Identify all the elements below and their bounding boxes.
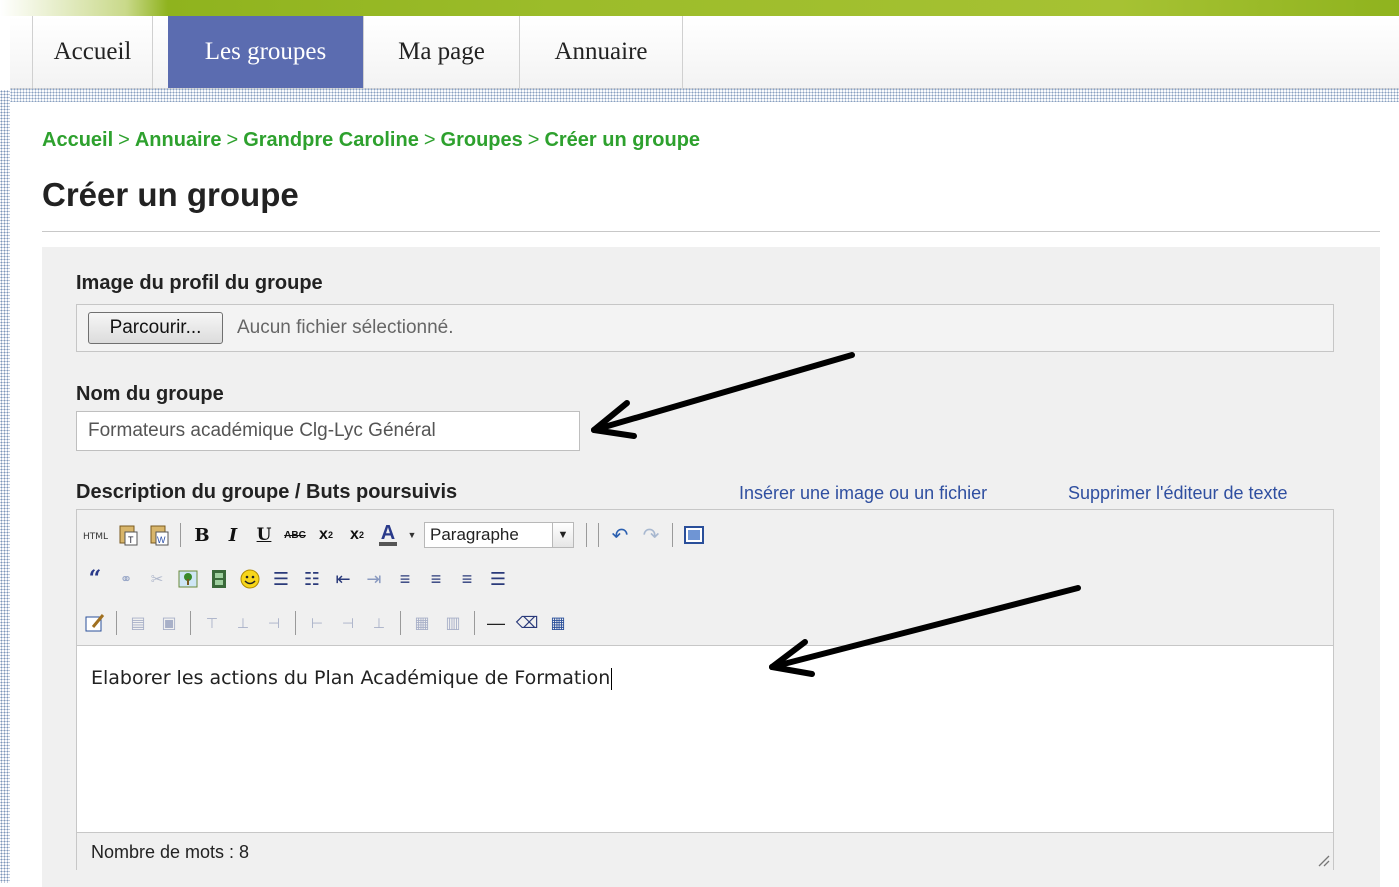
header-banner <box>0 0 1399 16</box>
numbered-list-icon[interactable]: ☷ <box>300 566 324 592</box>
redo-icon[interactable]: ↷ <box>639 522 663 548</box>
editor-statusbar: Nombre de mots : 8 <box>77 832 1333 870</box>
text-caret <box>611 667 613 690</box>
align-left-icon[interactable]: ≡ <box>393 566 417 592</box>
rich-text-editor: HTML T W B I U ABC x2 x2 A ▼ Paragraphe ▼… <box>76 509 1334 870</box>
italic-icon[interactable]: I <box>221 522 245 548</box>
emoticon-icon[interactable] <box>238 566 262 592</box>
delete-col-icon[interactable]: ⊥ <box>367 610 391 636</box>
toolbar-row-1: HTML T W B I U ABC x2 x2 A ▼ Paragraphe ▼… <box>83 520 713 550</box>
breadcrumb-user[interactable]: Grandpre Caroline <box>243 129 419 151</box>
insert-col-after-icon[interactable]: ⊣ <box>336 610 360 636</box>
insert-col-before-icon[interactable]: ⊢ <box>305 610 329 636</box>
strikethrough-icon[interactable]: ABC <box>283 522 307 548</box>
toolbar-separator <box>116 611 117 635</box>
group-name-input[interactable] <box>76 411 580 451</box>
toolbar-separator <box>180 523 181 547</box>
toolbar-separator <box>586 523 587 547</box>
insert-table-icon[interactable]: ▦ <box>546 610 570 636</box>
remove-editor-link[interactable]: Supprimer l'éditeur de texte <box>1068 483 1288 504</box>
group-name-label: Nom du groupe <box>76 383 224 405</box>
breadcrumb-separator: > <box>527 129 540 151</box>
description-label: Description du groupe / Buts poursuivis <box>76 481 458 503</box>
paste-text-icon[interactable]: T <box>116 522 140 548</box>
file-status: Aucun fichier sélectionné. <box>237 317 454 338</box>
breadcrumb-separator: > <box>423 129 436 151</box>
link-icon[interactable]: ⚭ <box>114 566 138 592</box>
eraser-icon[interactable]: ⌫ <box>515 610 539 636</box>
title-divider <box>42 231 1380 232</box>
bold-icon[interactable]: B <box>190 522 214 548</box>
svg-text:W: W <box>157 535 166 545</box>
tab-les-groupes[interactable]: Les groupes <box>168 16 364 88</box>
align-right-icon[interactable]: ≡ <box>455 566 479 592</box>
editor-content[interactable]: Elaborer les actions du Plan Académique … <box>77 646 1333 832</box>
align-center-icon[interactable]: ≡ <box>424 566 448 592</box>
file-upload: Parcourir... Aucun fichier sélectionné. <box>76 304 1334 352</box>
format-select-value: Paragraphe <box>430 525 519 544</box>
table-row-props-icon[interactable]: ▤ <box>126 610 150 636</box>
toolbar-row-3: ▤ ▣ ⊤ ⊥ ⊣ ⊢ ⊣ ⊥ ▦ ▥ — ⌫ ▦ <box>83 608 577 638</box>
tab-annuaire[interactable]: Annuaire <box>520 16 683 88</box>
format-select[interactable]: Paragraphe ▼ <box>424 522 574 548</box>
page-title: Créer un groupe <box>42 176 299 213</box>
blockquote-icon[interactable]: “ <box>83 566 107 592</box>
editor-toolbar: HTML T W B I U ABC x2 x2 A ▼ Paragraphe ▼… <box>77 510 1333 646</box>
left-border <box>0 90 10 883</box>
horizontal-rule-icon[interactable]: — <box>484 610 508 636</box>
split-cells-icon[interactable]: ▦ <box>410 610 434 636</box>
breadcrumb-current[interactable]: Créer un groupe <box>544 129 700 151</box>
table-cell-props-icon[interactable]: ▣ <box>157 610 181 636</box>
toolbar-separator <box>474 611 475 635</box>
breadcrumb-accueil[interactable]: Accueil <box>42 129 113 151</box>
breadcrumb-separator: > <box>226 129 239 151</box>
tab-accueil[interactable]: Accueil <box>32 16 153 88</box>
resize-grip-icon[interactable] <box>1316 853 1330 867</box>
browse-button[interactable]: Parcourir... <box>88 312 223 344</box>
nav-divider <box>10 88 1399 102</box>
unlink-icon[interactable]: ✂ <box>145 566 169 592</box>
toolbar-row-2: “ ⚭ ✂ ☰ ☷ ⇤ ⇥ ≡ ≡ ≡ ☰ <box>83 564 517 594</box>
toolbar-separator <box>672 523 673 547</box>
insert-row-before-icon[interactable]: ⊤ <box>200 610 224 636</box>
toolbar-separator <box>190 611 191 635</box>
align-justify-icon[interactable]: ☰ <box>486 566 510 592</box>
svg-text:HTML: HTML <box>83 532 108 541</box>
breadcrumb: Accueil > Annuaire > Grandpre Caroline > Group… <box>42 129 700 152</box>
subscript-icon[interactable]: x2 <box>314 522 338 548</box>
html-icon[interactable]: HTML <box>83 522 109 548</box>
word-count: Nombre de mots : 8 <box>91 842 250 862</box>
toolbar-separator <box>295 611 296 635</box>
breadcrumb-separator: > <box>118 129 130 151</box>
main-nav: Accueil Les groupes Ma page Annuaire <box>10 16 1399 89</box>
insert-media-link[interactable]: Insérer une image ou un fichier <box>739 483 987 504</box>
toolbar-separator <box>400 611 401 635</box>
underline-icon[interactable]: U <box>252 522 276 548</box>
film-icon[interactable] <box>207 566 231 592</box>
tab-ma-page[interactable]: Ma page <box>364 16 520 88</box>
bullet-list-icon[interactable]: ☰ <box>269 566 293 592</box>
breadcrumb-groupes[interactable]: Groupes <box>441 129 523 151</box>
editor-content-text: Elaborer les actions du Plan Académique … <box>91 667 613 690</box>
chevron-down-icon: ▼ <box>552 523 573 547</box>
toolbar-separator <box>598 523 599 547</box>
svg-text:T: T <box>128 535 134 545</box>
chevron-down-icon[interactable]: ▼ <box>407 522 417 548</box>
profile-image-label: Image du profil du groupe <box>76 272 323 294</box>
outdent-icon[interactable]: ⇤ <box>331 566 355 592</box>
breadcrumb-annuaire[interactable]: Annuaire <box>135 129 222 151</box>
paste-word-icon[interactable]: W <box>147 522 171 548</box>
image-icon[interactable] <box>176 566 200 592</box>
delete-row-icon[interactable]: ⊣ <box>262 610 286 636</box>
fullscreen-icon[interactable] <box>682 522 706 548</box>
merge-cells-icon[interactable]: ▥ <box>441 610 465 636</box>
superscript-icon[interactable]: x2 <box>345 522 369 548</box>
indent-icon[interactable]: ⇥ <box>362 566 386 592</box>
edit-table-icon[interactable] <box>83 610 107 636</box>
undo-icon[interactable]: ↶ <box>608 522 632 548</box>
text-color-icon[interactable]: A <box>376 522 400 548</box>
insert-row-after-icon[interactable]: ⊥ <box>231 610 255 636</box>
